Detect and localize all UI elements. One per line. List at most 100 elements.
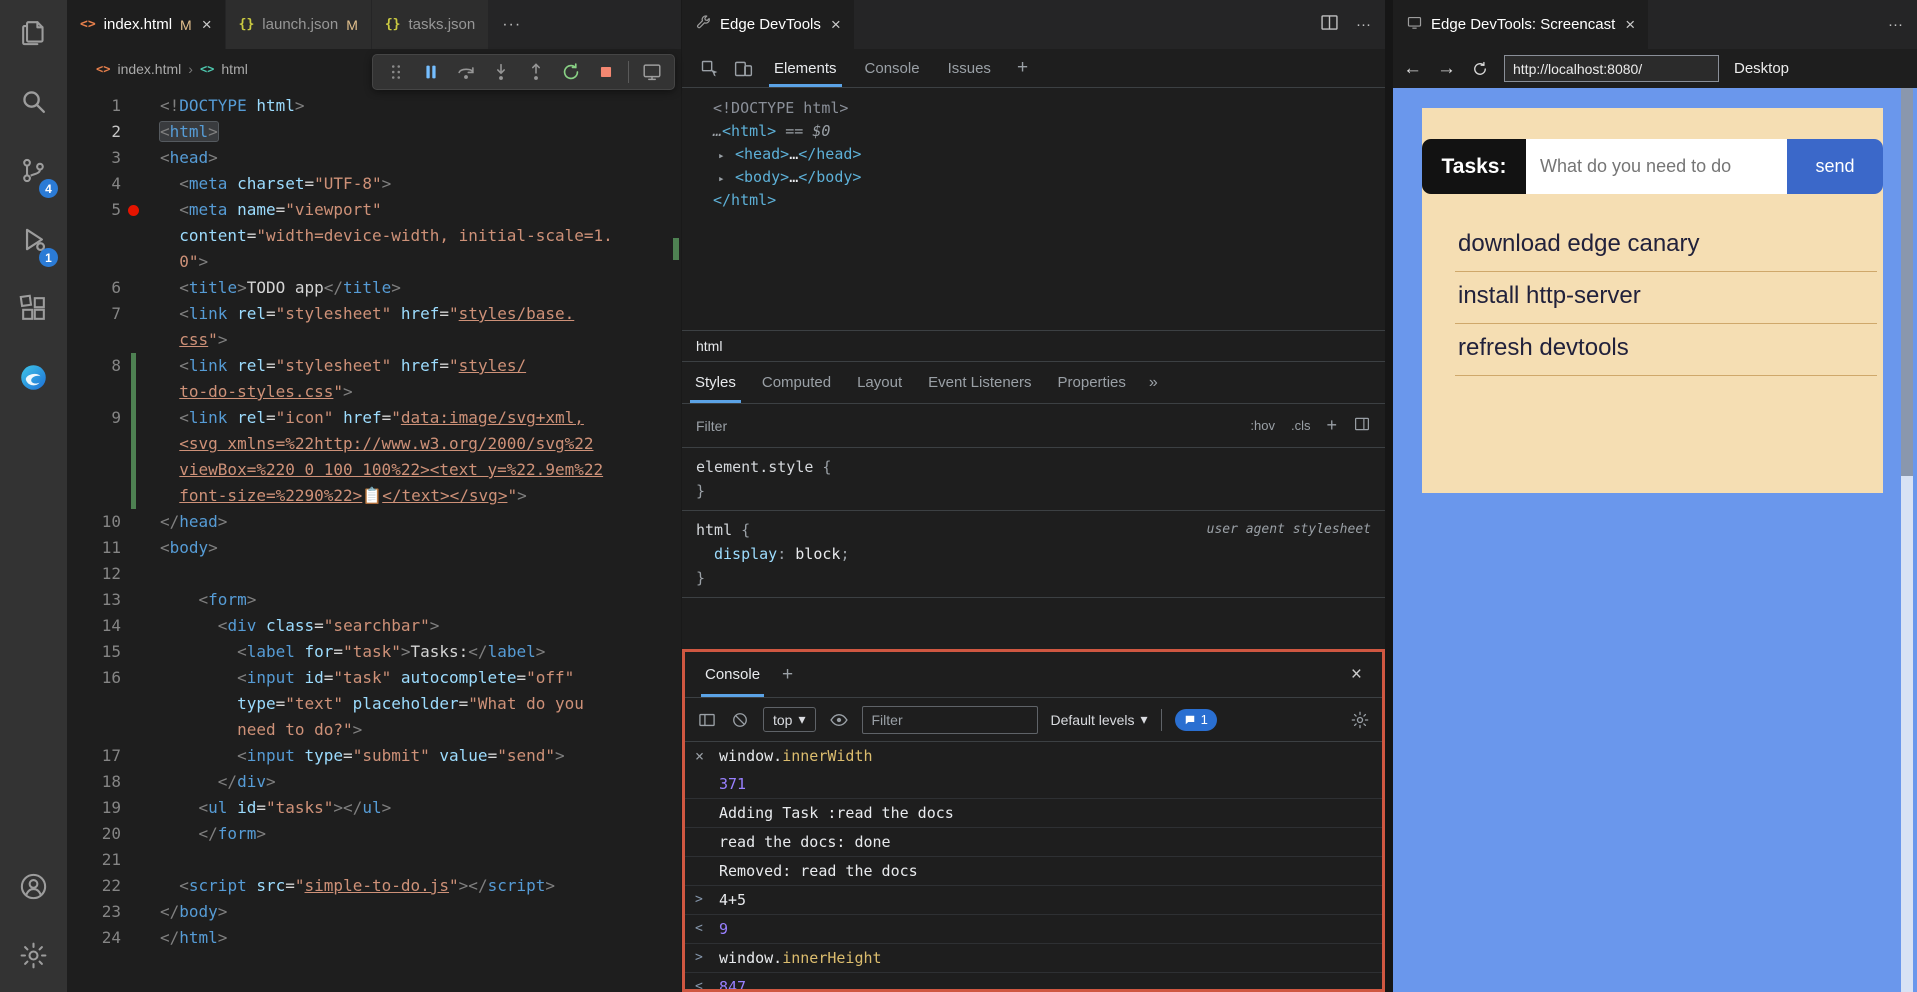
more-tabs-icon[interactable]: ··· [489,0,534,49]
line-number[interactable]: 15 [67,639,121,665]
code-line[interactable]: 14 <div class="searchbar"> [67,613,681,639]
styles-filter-input[interactable] [696,417,1235,434]
split-editor-icon[interactable] [1319,12,1340,37]
line-number[interactable] [67,249,121,275]
tab-properties[interactable]: Properties [1045,362,1139,403]
tab-computed[interactable]: Computed [749,362,844,403]
toggle-class-button[interactable]: .cls [1291,418,1311,433]
line-number[interactable]: 20 [67,821,121,847]
dom-node[interactable]: …<html> == $0 [682,120,1385,143]
line-number[interactable]: 13 [67,587,121,613]
line-number[interactable]: 17 [67,743,121,769]
code-line[interactable]: 8 <link rel="stylesheet" href="styles/ [67,353,681,379]
code-line[interactable]: 3 <head> [67,145,681,171]
line-number[interactable]: 5 [67,197,121,223]
line-number[interactable] [67,223,121,249]
line-number[interactable] [67,431,121,457]
code-line[interactable]: viewBox=%220 0 100 100%22><text y=%22.9e… [67,457,681,483]
sidebar-item-extensions[interactable] [0,276,67,345]
panel-sash[interactable] [1385,0,1393,992]
line-number[interactable]: 10 [67,509,121,535]
line-number[interactable]: 23 [67,899,121,925]
code-line[interactable]: 4 <meta charset="UTF-8"> [67,171,681,197]
close-console-icon[interactable]: × [1339,664,1374,686]
issues-count-badge[interactable]: 1 [1174,708,1217,731]
scrollbar-thumb[interactable] [1901,88,1913,476]
code-line[interactable]: 20 </form> [67,821,681,847]
console-sidebar-icon[interactable] [697,710,717,730]
line-number[interactable]: 19 [67,795,121,821]
inspect-element-icon[interactable] [692,49,726,87]
dom-node[interactable]: <!DOCTYPE html> [682,97,1385,120]
task-item[interactable]: download edge canary [1455,220,1877,272]
code-line[interactable]: 17 <input type="submit" value="send"> [67,743,681,769]
line-number[interactable] [67,327,121,353]
line-number[interactable]: 7 [67,301,121,327]
line-number[interactable]: 14 [67,613,121,639]
line-number[interactable]: 12 [67,561,121,587]
code-line[interactable]: type="text" placeholder="What do you [67,691,681,717]
task-item[interactable]: install http-server [1455,272,1877,324]
code-line[interactable]: 13 <form> [67,587,681,613]
code-line[interactable]: 10 </head> [67,509,681,535]
restart-icon[interactable] [554,57,587,87]
styles-options-icon[interactable] [1353,415,1371,437]
tab-styles[interactable]: Styles [682,362,749,403]
dom-node[interactable]: </html> [682,189,1385,212]
line-number[interactable]: 24 [67,925,121,951]
back-icon[interactable]: ← [1403,58,1422,80]
sidebar-item-edge-devtools[interactable] [0,345,67,414]
sidebar-item-search[interactable] [0,69,67,138]
console-command[interactable]: >4+5 [685,886,1382,915]
toggle-pseudo-state-button[interactable]: :hov [1250,418,1275,433]
line-number[interactable]: 6 [67,275,121,301]
tab-elements[interactable]: Elements [760,49,851,87]
code-line[interactable]: to-do-styles.css"> [67,379,681,405]
close-icon[interactable]: × [202,16,212,33]
line-number[interactable]: 22 [67,873,121,899]
add-tool-icon[interactable]: + [1005,49,1040,87]
line-number[interactable]: 16 [67,665,121,691]
breadcrumb-item-file[interactable]: index.html [117,61,181,77]
task-input[interactable] [1526,139,1787,194]
screencast-viewport[interactable]: Tasks: send download edge canaryinstall … [1393,88,1917,992]
line-number[interactable] [67,457,121,483]
remove-expression-icon[interactable]: × [695,742,719,770]
console-filter-input[interactable] [861,705,1038,734]
javascript-context-selector[interactable]: top ▾ [763,707,816,732]
sidebar-item-accounts[interactable] [0,854,67,923]
line-number[interactable]: 3 [67,145,121,171]
dom-breadcrumb[interactable]: html [682,330,1385,362]
style-rule[interactable]: user agent stylesheet html {display: bloc… [682,511,1385,598]
line-number[interactable]: 2 [67,119,121,145]
css-declaration[interactable]: display: block; [696,542,1371,566]
step-over-icon[interactable] [449,57,482,87]
live-expression-eye-icon[interactable] [829,710,849,730]
code-line[interactable]: 5 <meta name="viewport" [67,197,681,223]
send-button[interactable]: send [1787,139,1883,194]
code-line[interactable]: 0"> [67,249,681,275]
device-mode-label[interactable]: Desktop [1734,60,1789,77]
console-settings-gear-icon[interactable] [1350,710,1370,730]
stop-icon[interactable] [589,57,622,87]
line-number[interactable]: 8 [67,353,121,379]
code-line[interactable]: 12 [67,561,681,587]
add-console-tab-icon[interactable]: + [772,664,803,686]
code-line[interactable]: 2 <html> [67,119,681,145]
code-line[interactable]: 23 </body> [67,899,681,925]
page-scrollbar[interactable] [1901,88,1913,992]
debug-toolbar-drag-handle[interactable] [379,57,412,87]
step-out-icon[interactable] [519,57,552,87]
new-style-rule-button[interactable]: + [1326,415,1337,436]
code-line[interactable]: content="width=device-width, initial-sca… [67,223,681,249]
tab-tasks-json[interactable]: {} tasks.json [371,0,490,49]
code-line[interactable]: 16 <input id="task" autocomplete="off" [67,665,681,691]
line-number[interactable]: 9 [67,405,121,431]
line-number[interactable]: 4 [67,171,121,197]
tab-edge-devtools[interactable]: Edge DevTools × [682,0,855,49]
tab-layout[interactable]: Layout [844,362,915,403]
code-line[interactable]: 18 </div> [67,769,681,795]
forward-icon[interactable]: → [1437,58,1456,80]
console-result[interactable]: <847 [685,973,1382,989]
code-line[interactable]: <svg xmlns=%22http://www.w3.org/2000/svg… [67,431,681,457]
